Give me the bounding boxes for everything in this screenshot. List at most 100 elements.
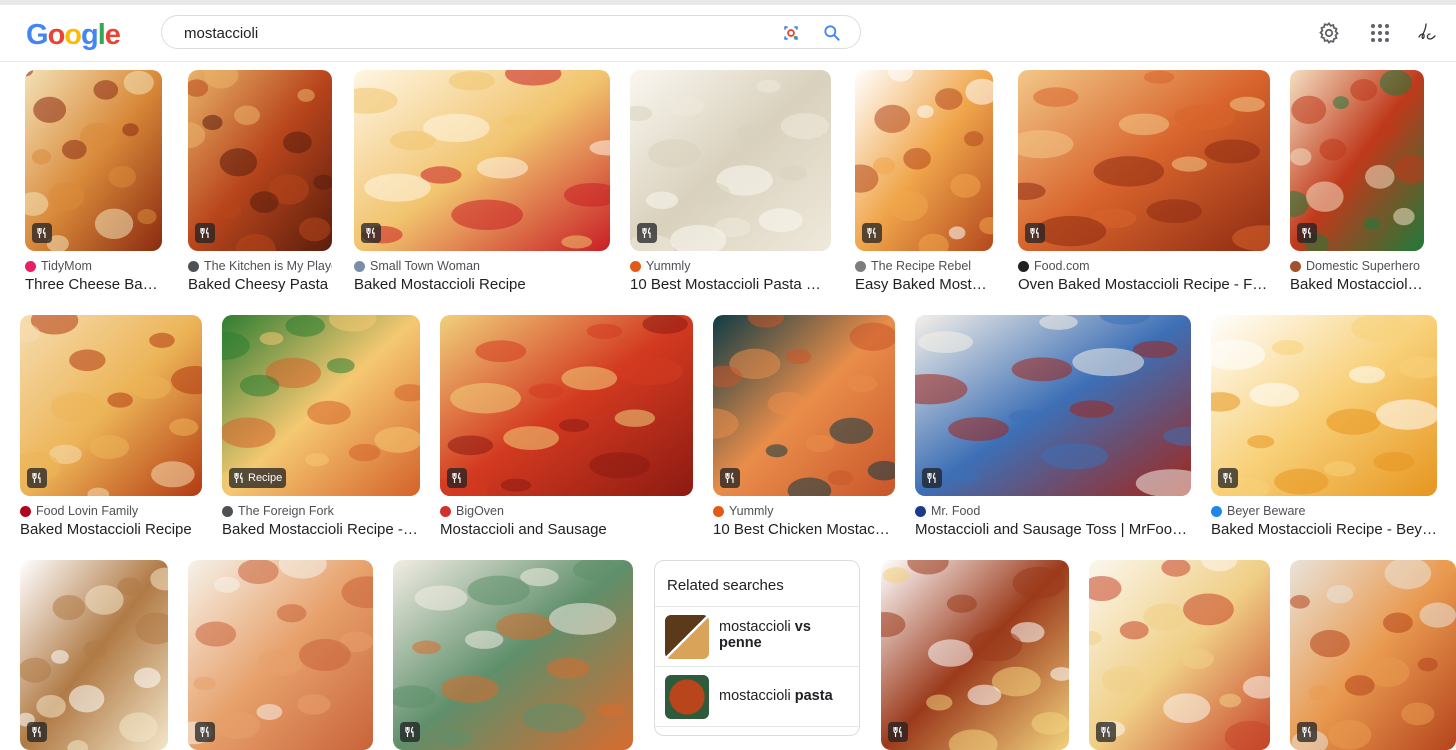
fork-knife-icon xyxy=(725,472,734,483)
result-thumbnail[interactable] xyxy=(630,70,831,251)
result-title[interactable]: Baked Mostaccioli Recipe xyxy=(354,276,610,293)
logo-letter: o xyxy=(47,19,66,51)
result-thumbnail[interactable] xyxy=(354,70,610,251)
account-avatar[interactable] xyxy=(1416,21,1442,45)
result-title[interactable]: Oven Baked Mostaccioli Recipe - Food.com xyxy=(1018,276,1270,293)
fork-knife-icon xyxy=(234,472,243,483)
result-source-name: Domestic Superhero xyxy=(1306,259,1420,273)
result-source[interactable]: Yummly xyxy=(713,504,895,518)
result-source[interactable]: Beyer Beware xyxy=(1211,504,1437,518)
search-icon[interactable] xyxy=(822,23,842,43)
fork-knife-icon xyxy=(200,726,209,737)
result-source[interactable]: Domestic Superhero xyxy=(1290,259,1424,273)
fork-knife-icon xyxy=(32,726,41,737)
related-search-thumbnail xyxy=(665,675,709,719)
result-source[interactable]: Yummly xyxy=(630,259,831,273)
result-thumbnail[interactable] xyxy=(1211,315,1437,496)
result-thumbnail[interactable]: Recipe xyxy=(222,315,420,496)
recipe-badge xyxy=(720,468,740,488)
result-thumbnail[interactable] xyxy=(1290,70,1424,251)
apps-grid-icon[interactable] xyxy=(1368,21,1392,45)
result-thumbnail[interactable] xyxy=(855,70,993,251)
fork-knife-icon xyxy=(37,227,46,238)
result-source-name: Food Lovin Family xyxy=(36,504,139,518)
result-source[interactable]: TidyMom xyxy=(25,259,162,273)
site-favicon-icon xyxy=(855,260,866,272)
recipe-badge xyxy=(27,468,47,488)
recipe-badge xyxy=(862,223,882,243)
site-favicon-icon xyxy=(1018,260,1029,272)
related-search-item[interactable]: mostaccioli pasta xyxy=(655,666,859,727)
related-search-item[interactable] xyxy=(655,726,859,735)
result-source-name: The Kitchen is My Playground xyxy=(204,259,332,273)
result-title[interactable]: 10 Best Chicken Mostaccioli Recipes xyxy=(713,521,895,538)
google-lens-icon[interactable] xyxy=(781,23,801,43)
result-title[interactable]: Baked Mostaccioli Recipe - The Foreign F… xyxy=(222,521,420,538)
settings-gear-icon[interactable] xyxy=(1317,21,1341,45)
result-thumbnail[interactable] xyxy=(1018,70,1270,251)
related-search-label: mostaccioli vs penne xyxy=(719,619,839,651)
search-input[interactable] xyxy=(182,22,766,44)
fork-knife-icon xyxy=(405,726,414,737)
related-searches-card: Related searches mostaccioli vs penne mo… xyxy=(654,560,860,736)
site-favicon-icon xyxy=(630,260,641,272)
result-thumbnail[interactable] xyxy=(713,315,895,496)
site-favicon-icon xyxy=(25,260,36,272)
result-title[interactable]: Baked Cheesy Pasta xyxy=(188,276,332,293)
recipe-badge xyxy=(1218,468,1238,488)
result-title[interactable]: Three Cheese Baked Mostaccioli xyxy=(25,276,162,293)
result-title[interactable]: Easy Baked Mostaccioli xyxy=(855,276,993,293)
result-thumbnail[interactable] xyxy=(881,560,1069,750)
result-title[interactable]: Baked Mostaccioli Recipe - Beyer Beware xyxy=(1211,521,1437,538)
result-thumbnail[interactable] xyxy=(188,70,332,251)
related-search-prefix: mostaccioli xyxy=(719,688,795,704)
recipe-badge xyxy=(637,223,657,243)
fork-knife-icon xyxy=(893,726,902,737)
fork-knife-icon xyxy=(867,227,876,238)
logo-letter: e xyxy=(104,19,121,51)
recipe-badge xyxy=(1297,223,1317,243)
result-thumbnail[interactable] xyxy=(1290,560,1456,750)
result-source[interactable]: Food.com xyxy=(1018,259,1270,273)
result-thumbnail[interactable] xyxy=(440,315,693,496)
related-search-prefix: mostaccioli xyxy=(719,619,795,635)
result-source[interactable]: Mr. Food xyxy=(915,504,1191,518)
result-source[interactable]: The Kitchen is My Playground xyxy=(188,259,332,273)
result-thumbnail[interactable] xyxy=(20,315,202,496)
result-thumbnail[interactable] xyxy=(393,560,633,750)
result-thumbnail[interactable] xyxy=(188,560,373,750)
result-title[interactable]: Baked Mostaccioli (Easy Recipe) xyxy=(1290,276,1424,293)
result-thumbnail[interactable] xyxy=(20,560,168,750)
recipe-badge-label: Recipe xyxy=(248,472,283,484)
recipe-badge xyxy=(1025,223,1045,243)
recipe-badge xyxy=(195,223,215,243)
result-source-name: Beyer Beware xyxy=(1227,504,1306,518)
related-search-item[interactable]: mostaccioli vs penne xyxy=(655,606,859,667)
result-source[interactable]: Food Lovin Family xyxy=(20,504,202,518)
result-title[interactable]: 10 Best Mostaccioli Pasta Recipes xyxy=(630,276,831,293)
logo-letter: G xyxy=(26,19,49,51)
fork-knife-icon xyxy=(200,227,209,238)
site-favicon-icon xyxy=(354,260,365,272)
site-favicon-icon xyxy=(1290,260,1301,272)
result-source-name: The Foreign Fork xyxy=(238,504,334,518)
logo-letter: l xyxy=(97,19,106,51)
related-search-label: mostaccioli pasta xyxy=(719,688,839,704)
result-source[interactable]: Small Town Woman xyxy=(354,259,610,273)
result-source-name: The Recipe Rebel xyxy=(871,259,972,273)
result-source[interactable]: The Recipe Rebel xyxy=(855,259,993,273)
google-logo[interactable]: Google xyxy=(26,19,121,52)
result-thumbnail[interactable] xyxy=(915,315,1191,496)
site-favicon-icon xyxy=(1211,505,1222,517)
result-thumbnail[interactable] xyxy=(1089,560,1270,750)
result-title[interactable]: Mostaccioli and Sausage xyxy=(440,521,693,538)
recipe-badge xyxy=(1096,722,1116,742)
result-source[interactable]: The Foreign Fork xyxy=(222,504,420,518)
result-source[interactable]: BigOven xyxy=(440,504,693,518)
site-favicon-icon xyxy=(188,260,199,272)
result-source-name: Yummly xyxy=(729,504,774,518)
fork-knife-icon xyxy=(452,472,461,483)
result-thumbnail[interactable] xyxy=(25,70,162,251)
result-title[interactable]: Baked Mostaccioli Recipe xyxy=(20,521,202,538)
result-title[interactable]: Mostaccioli and Sausage Toss | MrFood.co… xyxy=(915,521,1191,538)
